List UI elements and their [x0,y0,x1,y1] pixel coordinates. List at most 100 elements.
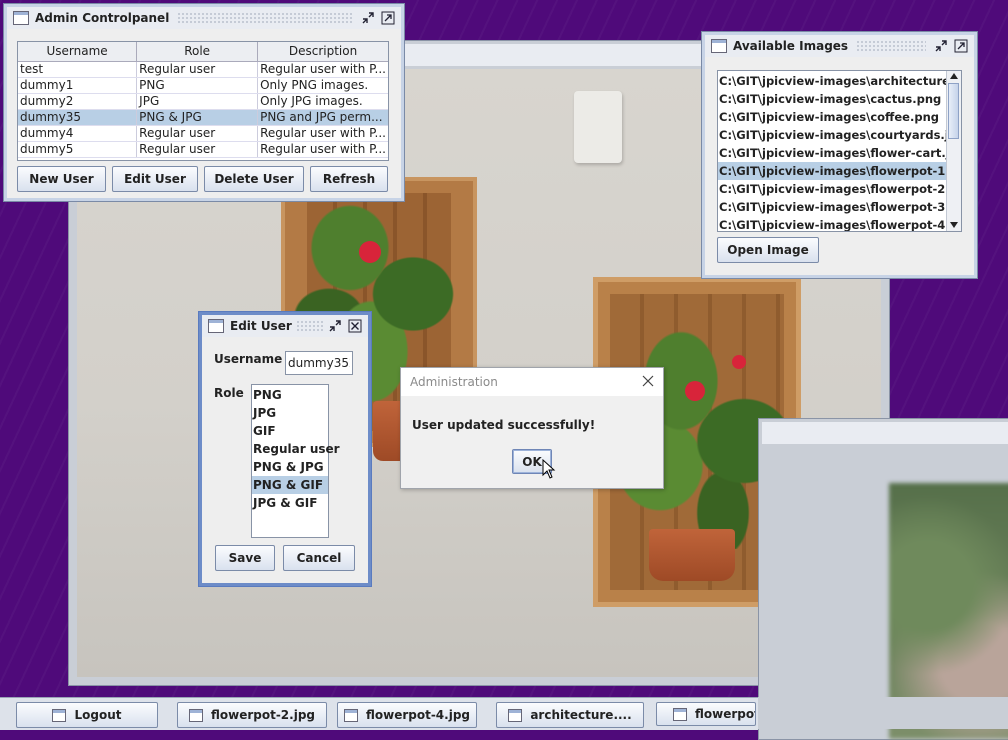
role-list[interactable]: PNG JPG GIF Regular user PNG & JPG PNG & GIF J… [251,384,340,538]
role-list-item[interactable]: Regular user [252,440,340,458]
table-cell-description: Only PNG images. [257,77,388,94]
taskbar-item-label: architecture.... [530,708,632,722]
scrollbar-thumb[interactable] [948,83,959,139]
table-cell-username: dummy5 [18,141,138,158]
window-icon [711,39,727,53]
list-item[interactable]: C:\GIT\jpicview-images\cactus.png [718,90,946,108]
role-list-item[interactable]: PNG & GIF [252,476,328,494]
window-icon [343,708,358,722]
dialog-titlebar[interactable]: Administration [401,368,663,396]
close-icon[interactable] [641,374,655,388]
cancel-button[interactable]: Cancel [283,545,355,571]
role-list-item[interactable]: JPG [252,404,328,422]
dialog-title: Administration [410,375,498,389]
minimize-icon[interactable] [328,319,342,333]
role-list-item[interactable]: GIF [252,422,328,440]
table-cell-description: PNG and JPG perm... [257,109,388,126]
table-row[interactable]: dummy2 JPG Only JPG images. [18,93,388,110]
edit-user-titlebar[interactable]: Edit User [202,315,368,337]
list-item[interactable]: C:\GIT\jpicview-images\flowerpot-4.jpg [718,216,946,231]
taskbar-item-label: flowerpot [695,707,756,721]
titlebar-grip [177,12,353,24]
column-header-role[interactable]: Role [136,42,259,62]
list-item[interactable]: C:\GIT\jpicview-images\flower-cart.jpg [718,144,946,162]
close-icon[interactable] [348,319,362,333]
role-label: Role [214,386,244,400]
role-list-item[interactable]: JPG & GIF [252,494,328,512]
administration-dialog[interactable]: Administration User updated successfully… [400,367,664,489]
table-cell-role: PNG & JPG [136,109,259,126]
admin-controlpanel-window[interactable]: Admin Controlpanel Username Role Descrip… [3,3,405,202]
edit-user-window[interactable]: Edit User Username Role PNGJPGGIFRegular… [198,311,372,587]
dialog-message: User updated successfully! [412,418,596,432]
taskbar-item-label: flowerpot-4.jpg [365,708,471,722]
edit-user-button[interactable]: Edit User [112,166,198,192]
titlebar-grip [856,40,926,52]
titlebar-grip [295,320,324,332]
delete-user-button[interactable]: Delete User [204,166,304,192]
admin-controlpanel-titlebar[interactable]: Admin Controlpanel [7,7,401,29]
image-viewer-window-partial[interactable] [758,418,1008,740]
taskbar-item-architecture[interactable]: architecture.... [496,702,644,728]
table-cell-description: Regular user with P... [257,141,388,158]
scroll-up-icon[interactable] [950,73,958,79]
table-cell-description: Only JPG images. [257,93,388,110]
table-cell-description: Regular user with P... [257,125,388,142]
role-list-item[interactable]: PNG [252,386,328,404]
edit-user-title: Edit User [230,319,292,333]
available-images-window[interactable]: Available Images C:\GIT\jpicview-images\… [701,31,978,279]
users-table-container: Username Role Description test Regular us… [17,41,389,161]
table-row[interactable]: test Regular user Regular user with P... [18,61,388,78]
table-cell-username: dummy35 [18,109,138,126]
table-cell-role: PNG [136,77,259,94]
table-cell-role: JPG [136,93,259,110]
table-cell-username: dummy1 [18,77,138,94]
mouse-cursor-icon [542,458,556,482]
users-table: Username Role Description test Regular us… [18,42,388,158]
save-button[interactable]: Save [215,545,275,571]
list-item[interactable]: C:\GIT\jpicview-images\flowerpot-3.jpg [718,198,946,216]
list-item[interactable]: C:\GIT\jpicview-images\flowerpot-1.jpg [718,162,946,180]
taskbar-item-label: Logout [74,708,122,722]
role-list-item[interactable]: PNG & JPG [252,458,328,476]
red-flower [359,241,381,263]
taskbar-item-logout[interactable]: Logout [16,702,158,728]
maximize-icon[interactable] [954,39,968,53]
scroll-down-icon[interactable] [950,222,958,228]
taskbar-item-flowerpot[interactable]: flowerpot [656,702,756,726]
taskbar: Logout flowerpot-2.jpg flowerpot-4.jpg a… [0,697,1008,730]
maximize-icon[interactable] [381,11,395,25]
table-row[interactable]: dummy4 Regular user Regular user with P... [18,125,388,142]
list-item[interactable]: C:\GIT\jpicview-images\courtyards.jpg [718,126,946,144]
images-list[interactable]: C:\GIT\jpicview-images\architecture.pngC… [717,70,962,232]
list-item[interactable]: C:\GIT\jpicview-images\flowerpot-2.jpg [718,180,946,198]
refresh-button[interactable]: Refresh [310,166,388,192]
table-cell-username: dummy2 [18,93,138,110]
table-row[interactable]: dummy5 Regular user Regular user with P... [18,141,388,158]
column-header-description[interactable]: Description [257,42,388,62]
window-icon [508,708,523,722]
table-row[interactable]: dummy1 PNG Only PNG images. [18,77,388,94]
taskbar-item-flowerpot-4[interactable]: flowerpot-4.jpg [337,702,477,728]
images-list-scrollbar[interactable] [946,71,961,231]
taskbar-item-flowerpot-2[interactable]: flowerpot-2.jpg [177,702,327,728]
table-cell-role: Regular user [136,61,259,78]
red-flower [732,355,746,369]
table-row[interactable]: dummy35 PNG & JPG PNG and JPG perm... [18,109,388,126]
table-cell-role: Regular user [136,125,259,142]
list-item[interactable]: C:\GIT\jpicview-images\architecture.png [718,72,946,90]
username-label: Username [214,352,283,366]
window-icon [52,708,67,722]
terracotta-pot-right [649,529,735,581]
new-user-button[interactable]: New User [17,166,106,192]
open-image-button[interactable]: Open Image [717,237,819,263]
taskbar-item-label: flowerpot-2.jpg [210,708,316,722]
partial-window-titlebar[interactable] [762,422,1008,444]
minimize-icon[interactable] [934,39,948,53]
username-field[interactable] [285,351,353,375]
available-images-titlebar[interactable]: Available Images [705,35,974,57]
column-header-username[interactable]: Username [18,42,138,62]
list-item[interactable]: C:\GIT\jpicview-images\coffee.png [718,108,946,126]
available-images-title: Available Images [733,39,849,53]
minimize-icon[interactable] [361,11,375,25]
